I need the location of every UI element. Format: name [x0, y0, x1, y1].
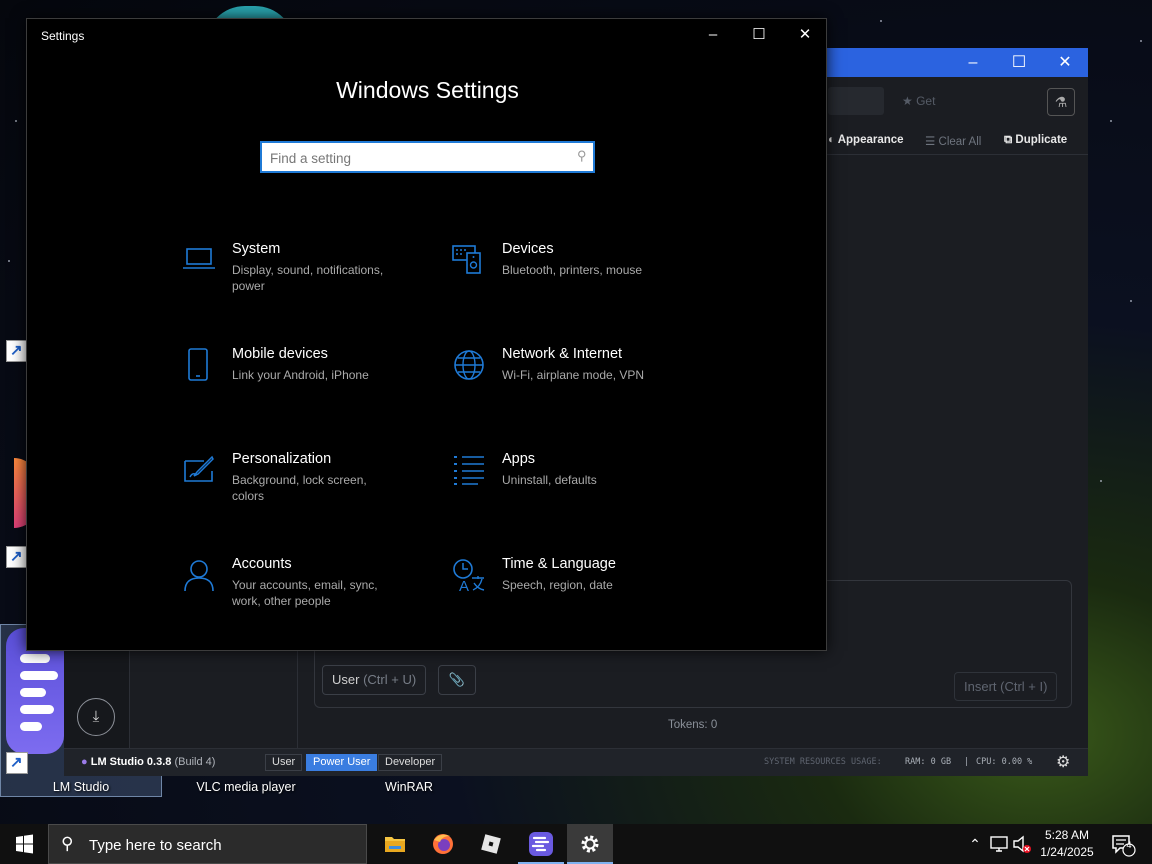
settings-window: Settings – ☐ ✕ Windows Settings ⚲ System…: [26, 18, 827, 651]
tile-personalization[interactable]: Personalization Background, lock screen,…: [182, 451, 432, 521]
search-icon: ⚲: [577, 148, 587, 163]
brush-icon: [184, 455, 214, 482]
clock-date: 1/24/2025: [1040, 845, 1094, 859]
ram-usage: RAM: 0 GB: [905, 757, 952, 767]
tile-description: Display, sound, notifications, power: [232, 263, 384, 293]
tile-description: Background, lock screen, colors: [232, 473, 367, 503]
file-explorer-taskbar-icon[interactable]: [372, 824, 418, 864]
tile-title: Apps: [502, 451, 536, 467]
shortcut-arrow-icon: [6, 752, 28, 774]
search-icon: ⚲: [61, 834, 74, 853]
taskbar-search[interactable]: ⚲ Type here to search: [48, 824, 367, 864]
tile-network-internet[interactable]: Network & Internet Wi-Fi, airplane mode,…: [452, 346, 702, 416]
tile-apps[interactable]: Apps Uninstall, defaults: [452, 451, 702, 521]
page-title: Windows Settings: [336, 77, 519, 103]
svg-text:A: A: [459, 578, 469, 592]
maximize-button[interactable]: ☐: [736, 19, 782, 51]
firefox-taskbar-icon[interactable]: [420, 824, 466, 864]
get-button[interactable]: ★ Get: [902, 94, 935, 108]
devices-icon: [452, 245, 481, 274]
lm-studio-taskbar-icon[interactable]: [518, 824, 564, 864]
taskbar-search-placeholder: Type here to search: [89, 837, 222, 854]
apps-list-icon: [454, 456, 484, 485]
search-input[interactable]: [270, 148, 560, 168]
tile-title: Personalization: [232, 451, 332, 467]
lm-chat-list: [130, 648, 298, 748]
desktop-icon-label[interactable]: WinRAR: [339, 780, 479, 794]
tile-title: Mobile devices: [232, 346, 328, 362]
speaker-muted-icon[interactable]: [1011, 824, 1033, 864]
tile-title: Accounts: [232, 556, 292, 572]
lm-studio-small-icon: ●: [81, 756, 88, 768]
tile-title: System: [232, 241, 281, 257]
shortcut-arrow-icon[interactable]: [6, 340, 28, 362]
tile-mobile-devices[interactable]: Mobile devices Link your Android, iPhone: [182, 346, 432, 416]
mode-user-button[interactable]: User: [265, 754, 303, 771]
tile-description: Bluetooth, printers, mouse: [502, 263, 643, 277]
maximize-button[interactable]: ☐: [996, 48, 1042, 77]
tile-title: Time & Language: [502, 556, 616, 572]
download-icon[interactable]: ⤓: [77, 698, 115, 736]
appearance-button[interactable]: ◐ Appearance: [828, 134, 904, 146]
tile-time-language[interactable]: A Time & Language Speech, region, date: [452, 556, 702, 626]
notification-count: 4: [1126, 840, 1132, 850]
tile-description: Link your Android, iPhone: [232, 368, 369, 382]
tile-description: Your accounts, email, sync, work, other …: [232, 578, 378, 608]
notification-center-icon[interactable]: 4: [1105, 824, 1145, 864]
status-bar: ● LM Studio 0.3.8 (Build 4) User Power U…: [64, 748, 1088, 776]
window-title: Settings: [41, 29, 85, 43]
role-toggle-button[interactable]: User (Ctrl + U): [322, 665, 427, 695]
shortcut-arrow-icon[interactable]: [6, 546, 28, 568]
settings-taskbar-icon[interactable]: [567, 824, 613, 864]
duplicate-button[interactable]: ⧉ Duplicate: [1004, 134, 1067, 147]
tile-title: Network & Internet: [502, 346, 623, 362]
tile-description: Uninstall, defaults: [502, 473, 597, 487]
attach-paperclip-icon[interactable]: 📎: [438, 665, 476, 695]
taskbar: ⚲ Type here to search ⌃ 5:28 AM 1/24/202…: [0, 824, 1152, 864]
tile-devices[interactable]: Devices Bluetooth, printers, mouse: [452, 241, 702, 311]
time-language-icon: A: [453, 559, 485, 592]
clear-all-button[interactable]: ☰ Clear All: [925, 134, 981, 148]
model-search-input[interactable]: [828, 87, 884, 115]
resources-label: SYSTEM RESOURCES USAGE:: [764, 757, 882, 767]
cpu-usage: CPU: 0.00 %: [976, 757, 1033, 767]
system-clock[interactable]: 5:28 AM 1/24/2025: [1034, 827, 1100, 861]
windows-logo-icon: [16, 834, 33, 854]
tile-system[interactable]: System Display, sound, notifications, po…: [182, 241, 432, 311]
laptop-icon: [183, 248, 215, 269]
token-count: Tokens: 0: [668, 719, 718, 731]
app-version: ● LM Studio 0.3.8 (Build 4): [81, 756, 216, 768]
tile-description: Speech, region, date: [502, 578, 613, 592]
flask-icon[interactable]: ⚗: [1047, 88, 1075, 116]
close-button[interactable]: ✕: [1042, 48, 1088, 77]
chevron-up-icon[interactable]: ⌃: [964, 824, 986, 864]
gear-icon[interactable]: ⚙: [1056, 752, 1070, 772]
phone-icon: [188, 348, 208, 381]
separator: |: [964, 757, 970, 767]
desktop-icon-label[interactable]: VLC media player: [176, 780, 316, 794]
mode-power-user-button[interactable]: Power User: [306, 754, 378, 771]
person-icon: [184, 560, 214, 592]
minimize-button[interactable]: –: [950, 48, 996, 77]
mode-developer-button[interactable]: Developer: [378, 754, 443, 771]
clock-time: 5:28 AM: [1044, 828, 1090, 842]
network-icon[interactable]: [988, 824, 1010, 864]
tile-description: Wi-Fi, airplane mode, VPN: [502, 368, 645, 382]
insert-button[interactable]: Insert (Ctrl + I): [954, 672, 1058, 701]
close-button[interactable]: ✕: [782, 19, 828, 51]
tile-title: Devices: [502, 241, 554, 257]
find-setting-search[interactable]: ⚲: [260, 141, 595, 173]
start-button[interactable]: [0, 824, 48, 864]
globe-icon: [454, 350, 484, 380]
desktop-icon-label[interactable]: LM Studio: [11, 780, 151, 794]
roblox-taskbar-icon[interactable]: [468, 824, 514, 864]
tile-accounts[interactable]: Accounts Your accounts, email, sync, wor…: [182, 556, 432, 626]
minimize-button[interactable]: –: [690, 19, 736, 51]
